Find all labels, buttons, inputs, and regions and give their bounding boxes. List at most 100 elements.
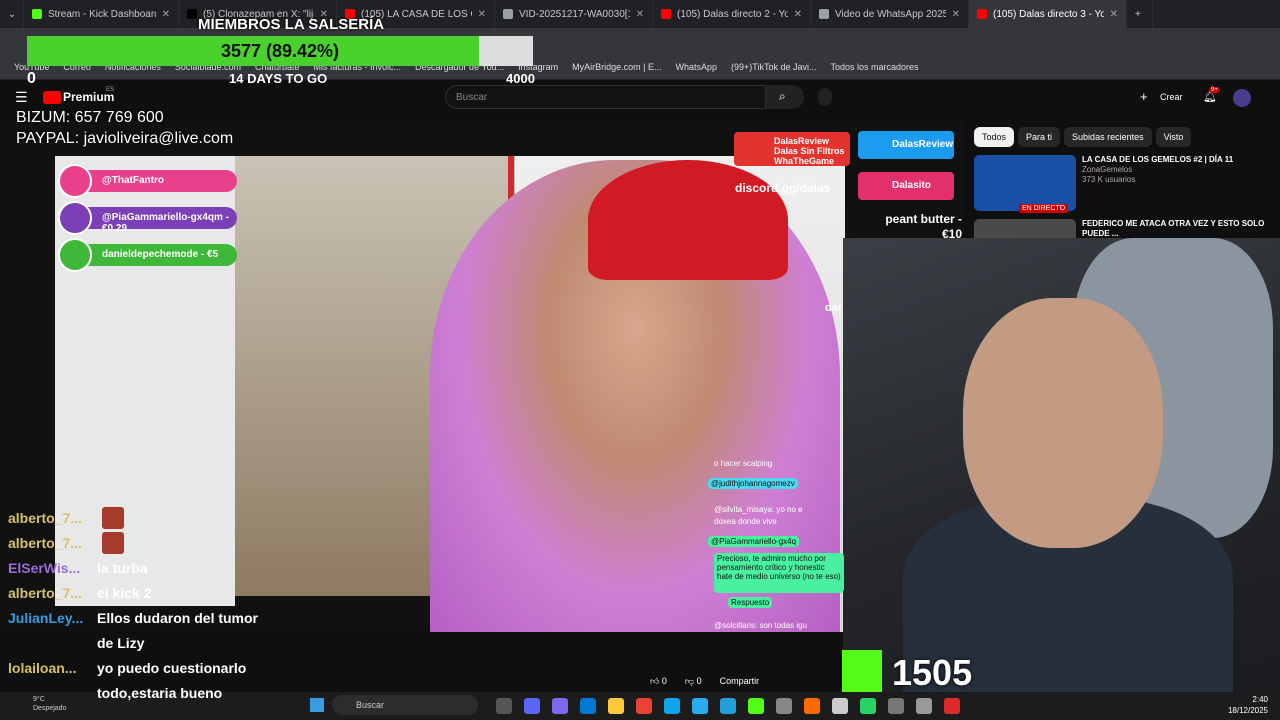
chat-text: yo puedo cuestionarlo <box>97 659 247 676</box>
tab-favicon-icon <box>819 9 829 19</box>
donation-alerts: @ThatFantro @PiaGammariello-gx4qm - €0.29… <box>58 164 237 281</box>
chat-message: alberto_7... el kick 2 <box>0 580 275 605</box>
start-icon[interactable] <box>310 698 324 712</box>
webcam-person-face <box>963 298 1163 548</box>
create-plus-icon[interactable]: + <box>1140 89 1148 104</box>
whatsapp-icon[interactable] <box>860 698 876 714</box>
tab-label: VID-20251217-WA0030[1].mp4 <box>519 8 630 20</box>
close-icon[interactable]: ✕ <box>946 9 960 20</box>
youtube-logo-icon[interactable] <box>43 91 61 104</box>
new-tab-button[interactable]: + <box>1127 0 1153 28</box>
app-icon[interactable] <box>776 698 792 714</box>
close-icon[interactable]: ✕ <box>156 9 170 20</box>
video-cap <box>588 160 788 280</box>
notif-badge: 9+ <box>1209 87 1220 93</box>
discord-icon[interactable] <box>524 698 540 714</box>
video-chat-line: @silvita_misaya: yo no e <box>714 505 803 514</box>
telegram-icon[interactable] <box>692 698 708 714</box>
tab-label: (105) Dalas directo 3 - YouTube <box>993 8 1104 20</box>
chat-text: la turba <box>97 559 148 576</box>
close-icon[interactable]: ✕ <box>472 9 486 20</box>
chrome-icon[interactable] <box>636 698 652 714</box>
firefox-icon[interactable] <box>804 698 820 714</box>
screen-icon[interactable] <box>888 698 904 714</box>
side-text: dar <box>825 302 843 314</box>
donation-icon <box>58 201 92 235</box>
dislike-button[interactable]: 👎︎ 0 <box>685 676 702 687</box>
video-chat-line: @PiaGammariello-gx4q <box>708 536 800 547</box>
recommendation-item[interactable]: EN DIRECTO LA CASA DE LOS GEMELOS #2 | DÍ… <box>974 155 1270 213</box>
video-chat-line: doxea donde vive <box>714 517 777 526</box>
bookmark-item[interactable]: Todos los marcadores <box>830 62 918 72</box>
close-icon[interactable]: ✕ <box>1104 9 1118 20</box>
edge-icon[interactable] <box>664 698 680 714</box>
goal-progress-text: 3577 (89.42%) <box>220 41 340 61</box>
tab-favicon-icon <box>661 9 671 19</box>
tab-list-button[interactable]: ⌄ <box>0 0 24 28</box>
menu-icon[interactable]: ☰ <box>15 89 28 106</box>
explorer-icon[interactable] <box>608 698 624 714</box>
filter-chip[interactable]: Visto <box>1155 127 1192 147</box>
like-button[interactable]: 👍︎ 0 <box>650 676 667 687</box>
app-alt-icon[interactable] <box>916 698 932 714</box>
search-input[interactable]: Buscar <box>445 85 766 109</box>
chat-username[interactable]: alberto_7... <box>0 510 92 526</box>
video-chat-line: Respuesto <box>728 597 773 608</box>
filter-chip[interactable]: Para ti <box>1018 127 1061 147</box>
video-chat-line: @solcitlaris: son todas igu <box>714 621 808 630</box>
filter-chip[interactable]: Todos <box>974 127 1015 147</box>
browser-tab[interactable]: (105) Dalas directo 3 - YouTube✕ <box>969 0 1127 28</box>
clock[interactable]: 2:40 18/12/2025 <box>1228 694 1268 716</box>
chat-username[interactable]: ElSerWis... <box>0 560 92 576</box>
bookmark-item[interactable]: WhatsApp <box>676 62 718 72</box>
bookmark-item[interactable]: (99+)TikTok de Javi... <box>731 62 816 72</box>
live-badge: EN DIRECTO <box>1019 204 1069 213</box>
donation-text: danieldepechemode - €5 <box>102 249 219 260</box>
recommendation-info: LA CASA DE LOS GEMELOS #2 | DÍA 11 ZonaGe… <box>1082 155 1233 211</box>
kick-icon[interactable] <box>748 698 764 714</box>
taskbar-search[interactable]: Buscar <box>332 695 478 715</box>
browser-icon[interactable] <box>720 698 736 714</box>
video-chat-line: @judithjohannagomezv <box>708 478 798 489</box>
recommendation-meta: 373 K usuarios <box>1082 175 1136 184</box>
acrobat-icon[interactable] <box>944 698 960 714</box>
bookmark-item[interactable]: MyAirBridge.com | E... <box>572 62 661 72</box>
chat-message: alberto_7... <box>0 505 275 530</box>
chat-username[interactable]: alberto_7... <box>0 585 92 601</box>
outlook-icon[interactable] <box>580 698 596 714</box>
chat-text: el kick 2 <box>97 584 152 601</box>
video-chat-line: o hacer scalping <box>714 459 773 468</box>
kick-viewer-count: 1505 <box>892 652 973 693</box>
paypal-text: PAYPAL: javioliveira@live.com <box>16 130 234 147</box>
webcam-view <box>843 238 1280 692</box>
search-icon: ⌕ <box>779 89 786 103</box>
bizum-text: BIZUM: 657 769 600 <box>16 109 164 126</box>
avatar[interactable] <box>1233 89 1251 107</box>
mic-icon[interactable] <box>818 88 832 106</box>
twitter-badge: DalasReview <box>858 131 954 159</box>
create-button[interactable]: Crear <box>1160 92 1183 102</box>
chat-username[interactable]: lolailoan... <box>0 660 92 676</box>
chat-username[interactable]: alberto_7... <box>0 535 92 551</box>
tab-label: Stream - Kick Dashboard <box>48 8 156 20</box>
browser-tab[interactable]: VID-20251217-WA0030[1].mp4✕ <box>495 0 653 28</box>
task-view-icon[interactable] <box>496 698 512 714</box>
donation-icon <box>58 238 92 272</box>
chat-message: de Lizy <box>0 630 275 655</box>
browser-tab[interactable]: Video de WhatsApp 2025-12-1...✕ <box>811 0 969 28</box>
teams-icon[interactable] <box>552 698 568 714</box>
browser-tab[interactable]: (105) Dalas directo 2 - YouTube✕ <box>653 0 811 28</box>
search-button[interactable]: ⌕ <box>766 85 804 109</box>
tab-favicon-icon <box>977 9 987 19</box>
close-icon[interactable]: ✕ <box>630 9 644 20</box>
share-button[interactable]: Compartir <box>720 676 760 687</box>
filter-chip[interactable]: Subidas recientes <box>1064 127 1152 147</box>
chat-message: ElSerWis... la turba <box>0 555 275 580</box>
weather-widget[interactable]: 9°C Despejado <box>33 695 66 713</box>
donation-text: @ThatFantro <box>102 175 164 186</box>
close-icon[interactable]: ✕ <box>788 9 802 20</box>
browser-tab[interactable]: Stream - Kick Dashboard ✕ <box>24 0 179 28</box>
chat-username[interactable]: JulianLey... <box>0 610 92 626</box>
donation-alert: @PiaGammariello-gx4qm - €0.29 <box>58 201 237 235</box>
chrome-alt-icon[interactable] <box>832 698 848 714</box>
